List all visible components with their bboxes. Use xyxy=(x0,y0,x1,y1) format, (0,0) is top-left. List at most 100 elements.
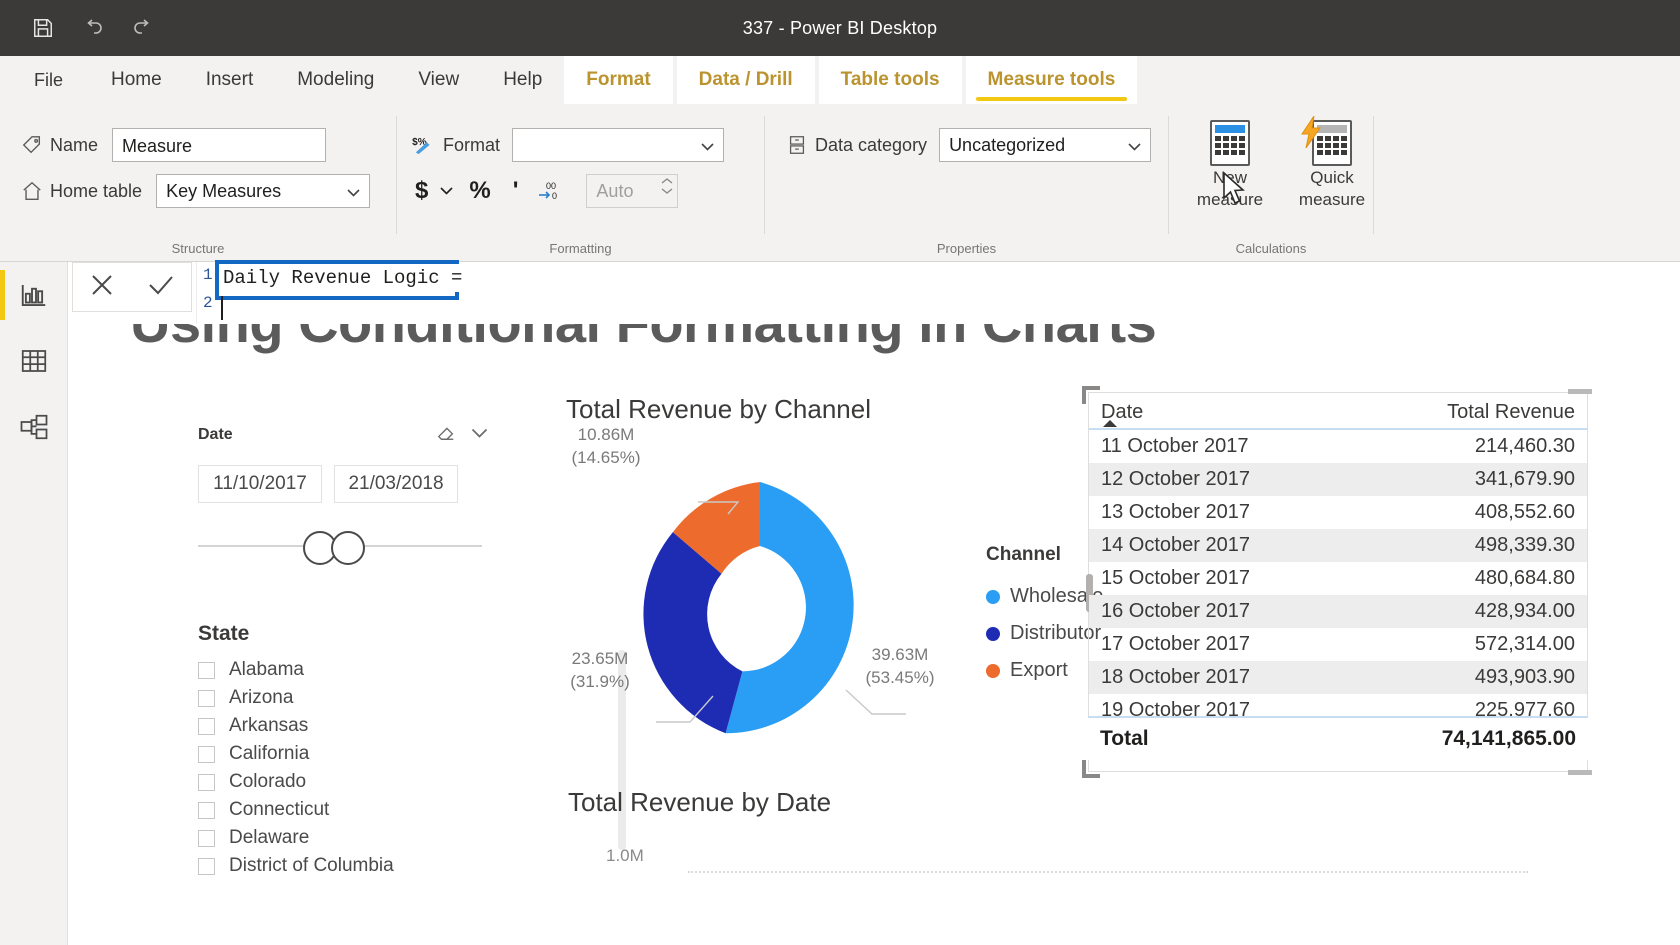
cell-revenue: 572,314.00 xyxy=(1474,633,1575,655)
state-slicer-item-label: Arkansas xyxy=(229,715,309,736)
table-visual[interactable]: Date Total Revenue 11 October 2017 214,4… xyxy=(1082,386,1592,778)
state-slicer-item[interactable]: Arizona xyxy=(198,684,498,712)
state-slicer-item[interactable]: Arkansas xyxy=(198,712,498,740)
chevron-down-icon[interactable] xyxy=(471,426,488,444)
sidebar-item-data-view[interactable] xyxy=(0,328,67,394)
format-select[interactable] xyxy=(512,128,725,162)
stepper-arrows-icon[interactable] xyxy=(661,177,673,195)
revenue-table[interactable]: Date Total Revenue 11 October 2017 214,4… xyxy=(1089,393,1587,721)
table-row[interactable]: 16 October 2017 428,934.00 xyxy=(1089,595,1587,628)
cell-revenue: 341,679.90 xyxy=(1338,463,1587,496)
home-table-select[interactable]: Key Measures xyxy=(156,174,371,208)
cell-revenue: 408,552.60 xyxy=(1474,501,1575,523)
currency-dropdown-icon[interactable] xyxy=(440,174,453,208)
data-category-select[interactable]: Uncategorized xyxy=(939,128,1152,162)
formula-text: Daily Revenue Logic = xyxy=(219,264,469,292)
table-row[interactable]: 17 October 2017 572,314.00 xyxy=(1089,628,1587,661)
tab-file[interactable]: File xyxy=(0,56,89,104)
checkbox-icon[interactable] xyxy=(198,717,215,735)
date-slicer-title: Date xyxy=(198,425,233,443)
sidebar-item-model-view[interactable] xyxy=(0,394,67,460)
checkmark-icon[interactable] xyxy=(147,272,175,303)
state-slicer-item[interactable]: Alabama xyxy=(198,656,498,684)
table-row[interactable]: 14 October 2017 498,339.30 xyxy=(1089,529,1587,562)
legend-swatch-icon xyxy=(986,663,1000,678)
tab-view[interactable]: View xyxy=(396,56,481,104)
close-icon[interactable] xyxy=(89,272,115,303)
checkbox-icon[interactable] xyxy=(198,689,215,707)
checkbox-icon[interactable] xyxy=(198,773,215,791)
column-header-date[interactable]: Date xyxy=(1089,393,1338,430)
total-label: Total xyxy=(1100,727,1149,750)
group-label-structure: Structure xyxy=(171,241,225,256)
eraser-icon[interactable] xyxy=(435,422,457,447)
donut-chart-svg[interactable] xyxy=(610,460,910,760)
donut-label-export-percent: (14.65%) xyxy=(571,447,641,467)
tab-format[interactable]: Format xyxy=(564,56,673,104)
donut-label-wholesale-value: 39.63M xyxy=(871,645,929,664)
tab-table-tools[interactable]: Table tools xyxy=(818,56,962,104)
cell-date: 18 October 2017 xyxy=(1089,661,1338,694)
decrease-decimals-icon[interactable]: 00 0 xyxy=(538,174,564,208)
legend-item-export[interactable]: Export xyxy=(986,652,1103,689)
tab-home[interactable]: Home xyxy=(89,56,184,104)
sort-ascending-icon[interactable] xyxy=(1103,420,1117,427)
column-header-total-revenue[interactable]: Total Revenue xyxy=(1338,393,1587,430)
checkbox-icon[interactable] xyxy=(198,801,215,819)
date-start-input[interactable]: 11/10/2017 xyxy=(198,465,322,503)
total-value: 74,141,865.00 xyxy=(1441,727,1576,750)
svg-text:0: 0 xyxy=(552,191,557,201)
date-range-slider[interactable] xyxy=(198,525,488,569)
state-slicer-item[interactable]: Delaware xyxy=(198,824,498,852)
formula-editor[interactable]: 1 2 Daily Revenue Logic = xyxy=(196,260,1680,324)
state-slicer[interactable]: State Alabama Arizona Arkansas Californi… xyxy=(198,622,626,880)
cell-date: 16 October 2017 xyxy=(1089,595,1338,628)
line-chart-visual[interactable]: Total Revenue by Date 1.0M xyxy=(568,787,1568,873)
state-slicer-item[interactable]: District of Columbia xyxy=(198,852,498,880)
text-caret xyxy=(221,296,223,320)
tab-help[interactable]: Help xyxy=(481,56,564,104)
percent-format-button[interactable]: % xyxy=(469,174,490,208)
sidebar-item-report-view[interactable] xyxy=(0,262,67,328)
legend-swatch-icon xyxy=(986,626,1000,641)
date-slicer[interactable]: Date 11/10/2017 21/03/2018 xyxy=(198,422,488,569)
thousands-separator-button[interactable]: ' xyxy=(513,174,519,208)
checkbox-icon[interactable] xyxy=(198,661,215,679)
slider-handle-end[interactable] xyxy=(331,531,365,565)
table-row[interactable]: 18 October 2017 493,903.90 xyxy=(1089,661,1587,694)
legend-item-distributor[interactable]: Distributor xyxy=(986,615,1103,652)
formula-bar[interactable]: 1 2 Daily Revenue Logic = xyxy=(68,260,1680,324)
state-slicer-item-label: Delaware xyxy=(229,827,310,848)
resize-handle-bottom[interactable] xyxy=(1568,770,1592,775)
table-row[interactable]: 13 October 2017 408,552.60 xyxy=(1089,496,1587,529)
group-label-formatting: Formatting xyxy=(549,241,612,256)
cell-revenue: 498,339.30 xyxy=(1338,529,1587,562)
donut-legend: Channel Wholesale Distributor Export xyxy=(986,544,1103,689)
table-row[interactable]: 11 October 2017 214,460.30 xyxy=(1089,429,1587,463)
quick-measure-button[interactable]: Quick measure xyxy=(1289,116,1375,209)
checkbox-icon[interactable] xyxy=(198,745,215,763)
measure-name-input[interactable]: Measure xyxy=(112,128,327,162)
tab-modeling[interactable]: Modeling xyxy=(275,56,396,104)
state-slicer-item[interactable]: Colorado xyxy=(198,768,498,796)
tab-data-drill[interactable]: Data / Drill xyxy=(676,56,815,104)
table-row[interactable]: 12 October 2017 341,679.90 xyxy=(1089,463,1587,496)
new-measure-button[interactable]: New measure xyxy=(1187,118,1273,209)
table-row[interactable]: 15 October 2017 480,684.80 xyxy=(1089,562,1587,595)
home-icon xyxy=(18,177,46,205)
cell-date: 11 October 2017 xyxy=(1101,435,1249,457)
group-divider xyxy=(1373,116,1374,234)
checkbox-icon[interactable] xyxy=(198,829,215,847)
tab-measure-tools[interactable]: Measure tools xyxy=(965,56,1138,104)
state-slicer-item[interactable]: Connecticut xyxy=(198,796,498,824)
tab-insert[interactable]: Insert xyxy=(184,56,276,104)
donut-chart-visual[interactable]: Total Revenue by Channel 10.86M (14.65%)… xyxy=(558,394,1128,834)
currency-format-button[interactable]: $ xyxy=(415,174,428,208)
title-bar: 337 - Power BI Desktop xyxy=(0,0,1680,56)
state-slicer-item[interactable]: California xyxy=(198,740,498,768)
date-slicer-header: Date xyxy=(198,422,488,447)
report-canvas[interactable]: Using Conditional Formatting in Charts D… xyxy=(68,262,1680,945)
checkbox-icon[interactable] xyxy=(198,857,215,875)
date-end-input[interactable]: 21/03/2018 xyxy=(334,465,458,503)
decimal-places-stepper[interactable]: Auto xyxy=(586,174,679,208)
